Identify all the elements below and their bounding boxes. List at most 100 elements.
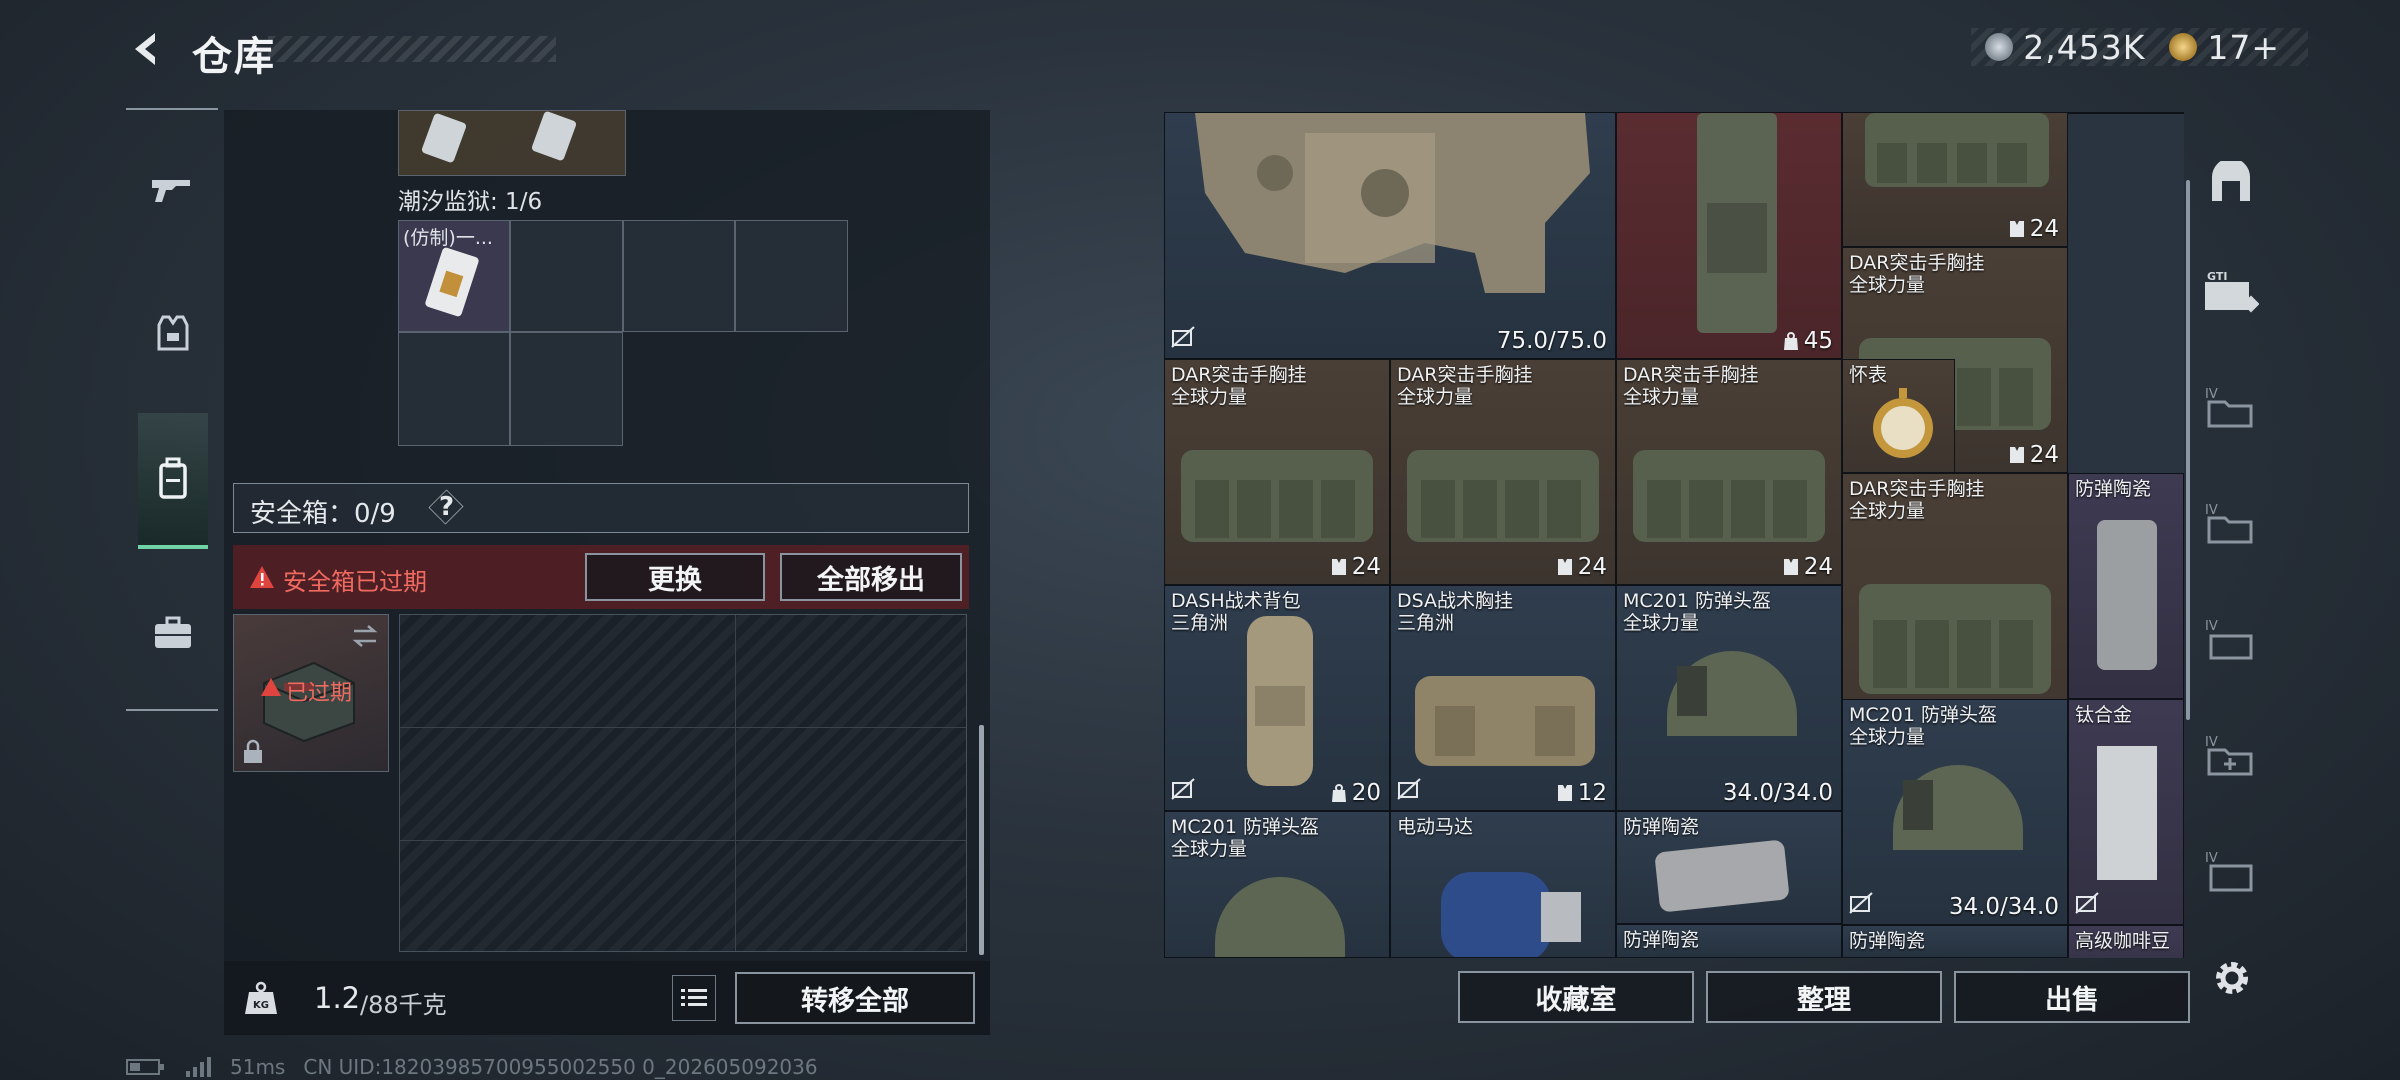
grid-item-ceramic-plate[interactable]: 防弹陶瓷 [2068, 473, 2184, 699]
nav-storage-iv-frame[interactable]: IV [2196, 836, 2266, 908]
gun-icon [152, 180, 190, 202]
no-insure-icon [1849, 892, 1873, 918]
no-insure-icon [1397, 778, 1421, 804]
warehouse-footer: 收藏室 整理 出售 [1164, 962, 2270, 1032]
key-slot-row[interactable] [398, 110, 626, 176]
grid-item-ceramic-plate[interactable]: 防弹陶瓷 [1842, 925, 2068, 958]
svg-text:KG: KG [253, 1000, 269, 1011]
item-name: DAR突击手胸挂 全球力量 [1623, 364, 1759, 408]
grid-line [400, 727, 966, 728]
svg-text:IV: IV [2205, 851, 2218, 866]
sell-button[interactable]: 出售 [1954, 971, 2190, 1023]
grid-item-coffee[interactable]: 高级咖啡豆 [2068, 925, 2184, 958]
grid-item-titanium[interactable]: 钛合金 [2068, 699, 2184, 925]
title-stripe [268, 36, 556, 62]
transfer-all-button[interactable]: 转移全部 [735, 972, 975, 1024]
safebox-item-slot[interactable]: 已过期 [233, 614, 389, 772]
gold-coin-value: 17+ [2207, 27, 2280, 67]
pocket-watch-image [1873, 388, 1933, 458]
iv-folder-icon: IV [2205, 503, 2253, 544]
backpack-image [1247, 616, 1313, 786]
ceramic-plate-image [2097, 520, 2157, 670]
grid-item-helmet[interactable]: MC201 防弹头盔 全球力量 [1164, 811, 1390, 958]
container-slot[interactable] [735, 220, 848, 332]
grid-item-helmet[interactable]: MC201 防弹头盔 全球力量 34.0/34.0 [1616, 585, 1842, 811]
grid-line [735, 615, 736, 951]
nav-briefcase[interactable] [138, 578, 208, 688]
nav-weapons[interactable] [138, 134, 208, 244]
safebox-label: 安全箱：0/9 [250, 499, 396, 529]
item-durability: 34.0/34.0 [1722, 780, 1833, 806]
briefcase-icon [155, 616, 191, 648]
page-title: 仓库 [192, 34, 276, 80]
signal-icon [186, 1057, 211, 1077]
vest-icon [157, 315, 189, 351]
dsa-rig-image [1415, 676, 1595, 766]
back-button[interactable] [122, 28, 172, 70]
help-button[interactable]: ? [439, 492, 454, 522]
nav-storage-iv-2[interactable]: IV [2196, 488, 2266, 560]
rig-icon [2009, 447, 2024, 463]
grid-item-dar-rig[interactable]: DAR突击手胸挂 全球力量 24 [1164, 359, 1390, 585]
item-name: DSA战术胸挂 三角洲 [1397, 590, 1514, 634]
weight-value: 1.2 [314, 981, 361, 1015]
nav-vest[interactable] [138, 278, 208, 388]
keycard-icon [421, 111, 577, 163]
nav-storage-iv-3[interactable]: IV [2196, 604, 2266, 676]
item-name: 电动马达 [1397, 816, 1474, 838]
grid-item-ceramic-plate[interactable]: 防弹陶瓷 [1616, 811, 1842, 924]
collection-room-button[interactable]: 收藏室 [1458, 971, 1694, 1023]
nav-divider [126, 709, 218, 711]
list-view-button[interactable] [672, 975, 716, 1021]
sort-button[interactable]: 整理 [1706, 971, 1942, 1023]
no-insure-icon [2075, 892, 2099, 918]
no-insure-icon [1171, 778, 1195, 804]
inventory-footer: KG 1.2 /88千克 转移全部 [224, 961, 990, 1035]
grid-scrollbar[interactable] [2186, 180, 2190, 720]
grid-item-pocket-watch[interactable]: 怀表 [1842, 359, 1955, 473]
item-count: 24 [1782, 554, 1833, 580]
warning-icon [261, 678, 281, 696]
left-scrollbar[interactable] [979, 725, 984, 955]
weight-max: /88千克 [360, 991, 447, 1019]
container-slot[interactable] [623, 220, 735, 332]
iv-frame-icon: IV [2205, 851, 2253, 892]
grid-item-dar-rig[interactable]: DAR突击手胸挂 全球力量 24 [1390, 359, 1616, 585]
grid-item-dar-rig[interactable]: 24 [1842, 112, 2068, 247]
dar-rig-image [1407, 450, 1599, 542]
nav-storage-iv-add[interactable]: IV [2196, 720, 2266, 792]
nav-safehouse[interactable] [2196, 146, 2266, 218]
iv-add-icon: IV [2205, 735, 2253, 776]
grid-item-ceramic-plate[interactable]: 防弹陶瓷 [1616, 924, 1842, 958]
container-slot[interactable] [510, 220, 623, 332]
grid-item-chest-rig[interactable]: 45 [1616, 112, 1842, 359]
replace-button[interactable]: 更换 [585, 553, 765, 601]
safebox-grid[interactable] [399, 614, 967, 952]
grid-item-armor[interactable]: 75.0/75.0 [1164, 112, 1616, 359]
move-all-out-button[interactable]: 全部移出 [780, 553, 962, 601]
grid-item-dsa-rig[interactable]: DSA战术胸挂 三角洲 12 [1390, 585, 1616, 811]
rig-icon [1557, 559, 1572, 575]
grid-item-helmet[interactable]: MC201 防弹头盔 全球力量 34.0/34.0 [1842, 699, 2068, 925]
container-slot[interactable] [510, 332, 623, 446]
bag-icon [1783, 332, 1798, 350]
item-count: 24 [2008, 442, 2059, 468]
gti-icon: GTI [2205, 270, 2259, 313]
item-name: DAR突击手胸挂 全球力量 [1171, 364, 1307, 408]
nav-gti[interactable]: GTI [2196, 256, 2266, 328]
safehouse-icon [2212, 161, 2250, 201]
grid-item-motor[interactable]: 电动马达 [1390, 811, 1616, 958]
dar-rig-image [1633, 450, 1825, 542]
bag-icon [1331, 784, 1346, 802]
helmet-image [1667, 651, 1797, 736]
grid-item-dar-rig[interactable]: DAR突击手胸挂 全球力量 24 [1616, 359, 1842, 585]
warehouse-grid: 75.0/75.0 45 24 DAR突击手胸挂 全球力量 24 DAR突击手胸… [1164, 112, 2184, 958]
rig-icon [1557, 785, 1572, 801]
nav-backpack[interactable] [138, 413, 208, 549]
nav-storage-iv-1[interactable]: IV [2196, 372, 2266, 444]
grid-line [400, 840, 966, 841]
grid-item-dash-backpack[interactable]: DASH战术背包 三角洲 20 [1164, 585, 1390, 811]
container-slot[interactable] [398, 332, 510, 446]
container-slot[interactable]: (仿制)一... [398, 220, 510, 332]
item-name: 钛合金 [2075, 704, 2133, 726]
